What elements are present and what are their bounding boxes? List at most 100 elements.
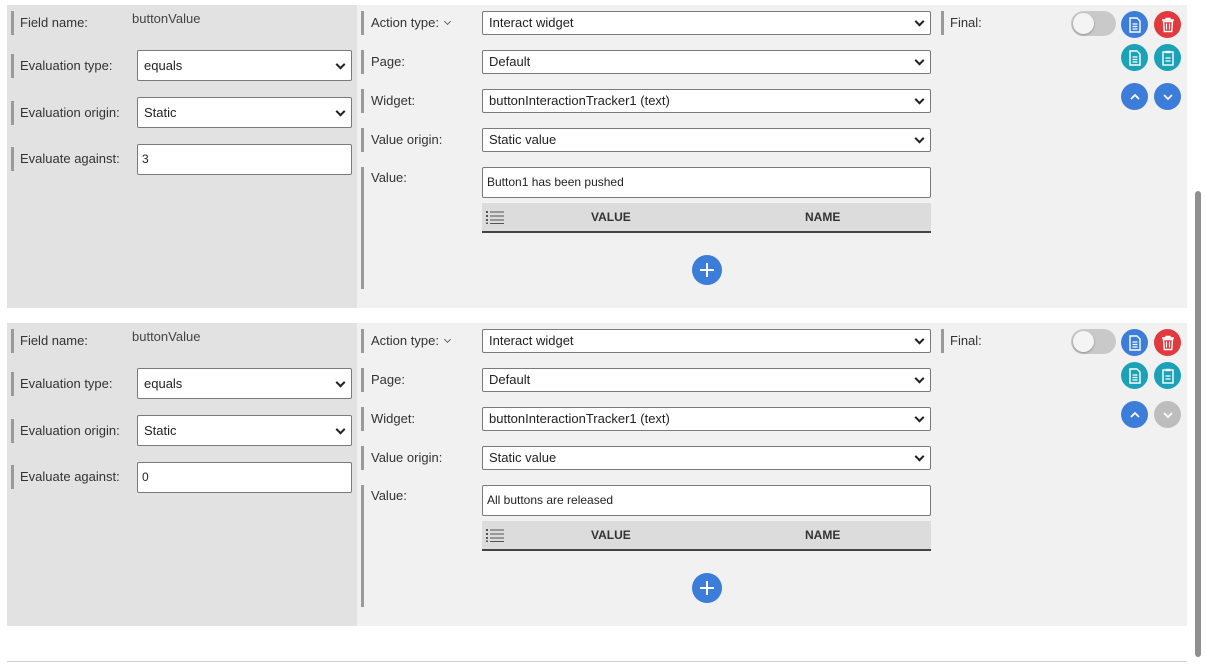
copy-icon [1128,16,1141,33]
evaluation-origin-value: Static [144,423,177,438]
chevron-down-icon [1162,93,1173,100]
value-origin-value: Static value [489,132,557,147]
column-header-name[interactable]: NAME [805,210,840,224]
evaluation-origin-label: Evaluation origin: [11,419,120,443]
list-icon[interactable] [486,210,504,227]
action-type-label[interactable]: Action type: [361,329,451,353]
evaluate-against-input[interactable]: 0 [137,462,352,493]
evaluate-against-input[interactable]: 3 [137,144,352,175]
evaluate-against-label: Evaluate against: [11,147,120,171]
action-type-select[interactable]: Interact widget [482,329,931,353]
value-label: Value: [371,170,407,185]
copy-button[interactable] [1121,329,1148,356]
paste-icon [1161,50,1174,66]
value-input[interactable]: Button1 has been pushed [482,167,931,198]
final-toggle[interactable] [1071,329,1116,354]
action-type-value: Interact widget [489,15,574,30]
evaluation-type-value: equals [144,58,183,73]
paste-icon [1161,368,1174,384]
value-table-header: VALUE NAME [482,203,931,233]
delete-button[interactable] [1154,329,1181,356]
chevron-down-icon [914,94,925,105]
list-icon[interactable] [486,528,504,545]
evaluation-type-label: Evaluation type: [11,372,113,396]
chevron-down-icon [1162,411,1173,418]
evaluation-origin-label: Evaluation origin: [11,101,120,125]
paste-button[interactable] [1154,44,1181,71]
chevron-down-icon [914,133,925,144]
value-origin-label: Value origin: [361,128,442,152]
chevron-down-icon [335,59,346,70]
toggle-knob [1073,331,1094,352]
move-down-button[interactable] [1154,83,1181,110]
column-header-name[interactable]: NAME [805,528,840,542]
plus-icon [700,263,714,277]
widget-value: buttonInteractionTracker1 (text) [489,93,670,108]
duplicate-icon [1128,49,1141,66]
move-up-button[interactable] [1121,83,1148,110]
duplicate-button[interactable] [1121,362,1148,389]
chevron-down-icon [335,377,346,388]
action-type-label-text: Action type: [371,333,439,348]
duplicate-icon [1128,367,1141,384]
action-type-label[interactable]: Action type: [361,11,451,35]
evaluation-type-select[interactable]: equals [137,50,352,81]
evaluation-origin-select[interactable]: Static [137,415,352,446]
chevron-down-icon [335,424,346,435]
chevron-down-icon [914,373,925,384]
plus-icon [700,581,714,595]
chevron-up-icon [1129,93,1140,100]
widget-select[interactable]: buttonInteractionTracker1 (text) [482,89,931,113]
evaluation-origin-value: Static [144,105,177,120]
final-label: Final: [941,11,982,35]
widget-value: buttonInteractionTracker1 (text) [489,411,670,426]
value-label: Value: [371,488,407,503]
value-origin-label: Value origin: [361,446,442,470]
duplicate-button[interactable] [1121,44,1148,71]
rule-card: Field name: buttonValue Evaluation type:… [7,323,1187,626]
scrollbar-thumb[interactable] [1195,191,1201,657]
column-header-value[interactable]: VALUE [591,528,631,542]
value-section-rail [361,167,364,289]
page-select[interactable]: Default [482,368,931,392]
value-section-rail [361,485,364,607]
value-origin-select[interactable]: Static value [482,446,931,470]
copy-icon [1128,334,1141,351]
page-select[interactable]: Default [482,50,931,74]
evaluation-type-select[interactable]: equals [137,368,352,399]
chevron-down-icon [914,451,925,462]
add-value-button[interactable] [692,255,722,285]
divider [7,661,1187,662]
evaluation-origin-select[interactable]: Static [137,97,352,128]
chevron-down-icon [914,55,925,66]
delete-button[interactable] [1154,11,1181,38]
field-name-label: Field name: [11,329,88,353]
field-name-value: buttonValue [132,329,201,344]
value-input[interactable]: All buttons are released [482,485,931,516]
column-header-value[interactable]: VALUE [591,210,631,224]
chevron-down-icon [443,335,451,344]
widget-select[interactable]: buttonInteractionTracker1 (text) [482,407,931,431]
final-toggle[interactable] [1071,11,1116,36]
action-type-select[interactable]: Interact widget [482,11,931,35]
rule-card: Field name: buttonValue Evaluation type:… [7,5,1187,308]
final-label: Final: [941,329,982,353]
evaluation-type-value: equals [144,376,183,391]
action-type-label-text: Action type: [371,15,439,30]
paste-button[interactable] [1154,362,1181,389]
chevron-down-icon [914,412,925,423]
widget-label: Widget: [361,89,415,113]
field-name-value: buttonValue [132,11,201,26]
chevron-down-icon [914,334,925,345]
move-down-button[interactable] [1154,401,1181,428]
add-value-button[interactable] [692,573,722,603]
page-value: Default [489,54,531,69]
trash-icon [1161,335,1174,350]
value-origin-select[interactable]: Static value [482,128,931,152]
action-type-value: Interact widget [489,333,574,348]
evaluation-type-label: Evaluation type: [11,54,113,78]
copy-button[interactable] [1121,11,1148,38]
move-up-button[interactable] [1121,401,1148,428]
trash-icon [1161,17,1174,32]
chevron-down-icon [914,16,925,27]
